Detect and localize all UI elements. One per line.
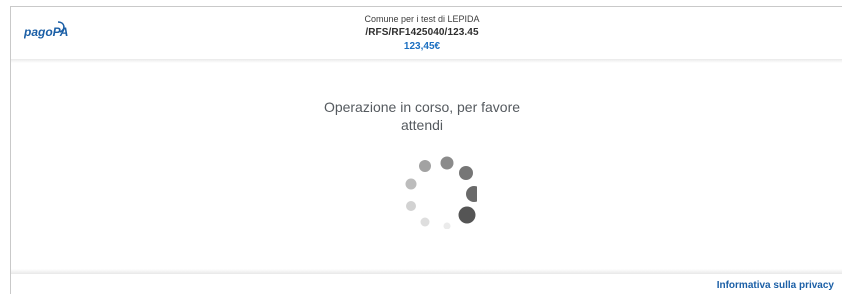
status-message-line2: attendi xyxy=(400,117,444,133)
status-message-line1: Operazione in corso, per favore xyxy=(323,99,521,115)
spinner-dot xyxy=(443,222,451,229)
payment-amount: 123,45€ xyxy=(403,41,441,52)
spinner-dot xyxy=(440,156,454,170)
spinner-dot xyxy=(406,201,416,211)
main-content: Operazione in corso, per favore attendi xyxy=(11,63,842,269)
spinner-dot xyxy=(459,166,473,180)
spinner-dot xyxy=(458,206,476,224)
spinner-dot xyxy=(466,186,477,202)
spinner-dot xyxy=(419,160,431,172)
privacy-policy-link[interactable]: Informativa sulla privacy xyxy=(717,279,834,293)
payment-page: pagoPA Comune per i test di LEPIDA /RFS/… xyxy=(10,6,842,295)
spinner-dot xyxy=(405,178,417,190)
payment-summary: Comune per i test di LEPIDA /RFS/RF14250… xyxy=(1,13,842,53)
spinner-dot xyxy=(420,217,430,227)
loading-spinner-icon xyxy=(405,156,477,229)
organization-name: Comune per i test di LEPIDA xyxy=(364,14,480,24)
notice-code: /RFS/RF1425040/123.45 xyxy=(365,27,479,38)
status-message: Operazione in corso, per favore attendi xyxy=(1,98,842,134)
page-header: pagoPA Comune per i test di LEPIDA /RFS/… xyxy=(11,7,842,59)
page-footer: Informativa sulla privacy xyxy=(11,274,842,295)
